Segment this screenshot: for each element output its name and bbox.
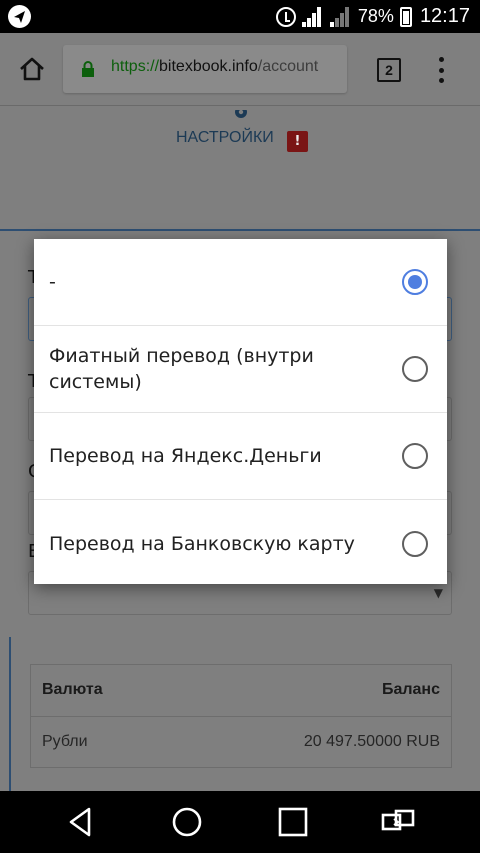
gear-icon [231,107,251,119]
address-bar[interactable]: https://bitexbook.info/account [63,45,347,93]
settings-link[interactable]: НАСТРОЙКИ [176,129,274,147]
clock: 12:17 [419,5,470,27]
transfer-type-dialog: - Фиатный перевод (внутри системы) Перев… [34,239,447,584]
recents-icon[interactable] [275,805,311,839]
home-icon[interactable] [18,55,46,83]
balance-table: Валюта Баланс Рубли 20 497.50000 RUB [30,664,452,768]
dialog-option-yandex[interactable]: Перевод на Яндекс.Деньги [34,413,447,500]
column-header-currency: Валюта [42,681,103,698]
back-icon[interactable] [63,805,99,839]
rotate-icon[interactable] [380,805,416,839]
home-circle-icon[interactable] [169,805,205,839]
browser-toolbar: https://bitexbook.info/account 2 [0,33,480,106]
tab-switcher-button[interactable]: 2 [377,58,401,82]
table-header-row: Валюта Баланс [31,665,451,717]
divider [9,637,11,791]
battery-icon [399,6,412,27]
radio-selected-icon[interactable] [402,269,428,295]
balance-cell: 20 497.50000 RUB [303,733,440,750]
alarm-icon [275,6,296,27]
overflow-menu-icon[interactable] [437,57,445,83]
telegram-icon [8,5,31,28]
status-bar: 78% 12:17 [0,0,480,33]
radio-unselected-icon[interactable] [402,530,428,557]
url-host: bitexbook.info [159,58,258,75]
option-label: Перевод на Яндекс.Деньги [49,445,322,467]
alert-badge: ! [287,131,308,152]
dialog-option-fiat[interactable]: Фиатный перевод (внутри системы) [34,326,447,413]
dialog-option-bank-card[interactable]: Перевод на Банковскую карту [34,500,447,587]
url-scheme: https:// [111,58,160,75]
url-text: https://bitexbook.info/account [111,58,318,76]
option-label: - [49,271,56,293]
url-path: /account [257,58,319,75]
option-label: Перевод на Банковскую карту [49,532,355,555]
signal-icon [301,6,324,27]
currency-cell: Рубли [42,733,88,750]
battery-percent: 78% [357,6,394,26]
dialog-option-none[interactable]: - [34,239,447,326]
system-nav-bar [0,791,480,853]
radio-unselected-icon[interactable] [402,356,428,382]
chevron-down-icon: ▼ [433,586,443,600]
table-row: Рубли 20 497.50000 RUB [31,717,451,769]
lock-icon [81,61,95,77]
signal-secondary-icon [329,6,352,27]
option-label: Фиатный перевод (внутри системы) [49,345,314,393]
radio-unselected-icon[interactable] [402,443,428,469]
column-header-balance: Баланс [381,681,440,698]
